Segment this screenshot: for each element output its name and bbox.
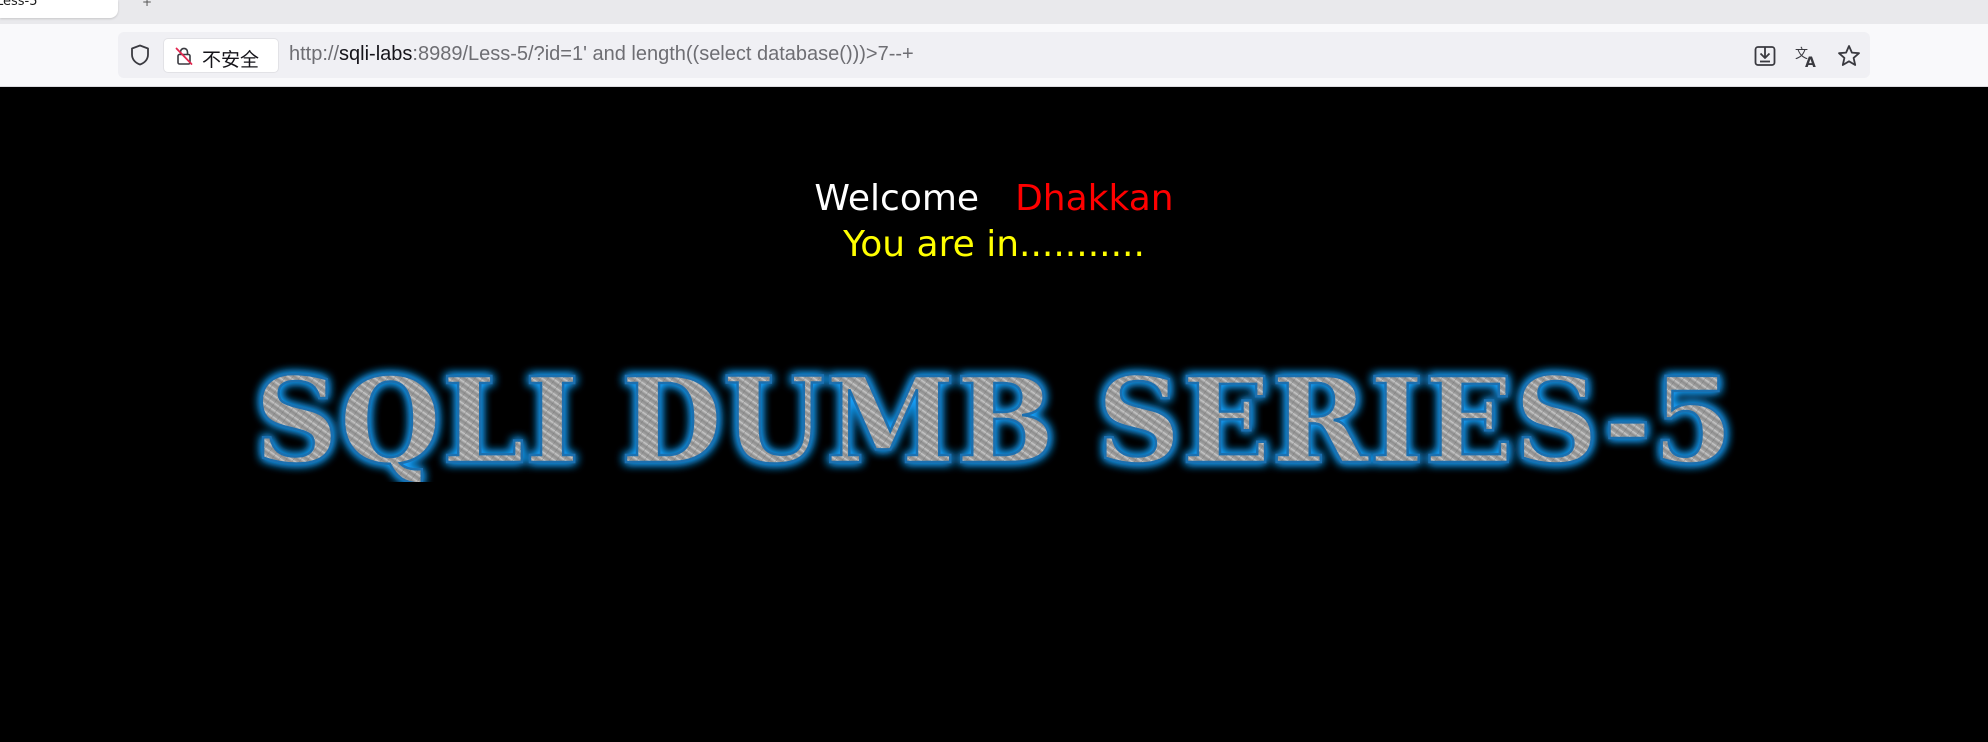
insecure-lock-icon <box>174 46 194 66</box>
tab-strip: Less-5 + <box>0 0 1988 24</box>
series-banner-image: SQLI DUMB SERIES-5 <box>244 352 1744 482</box>
url-host: sqli-labs <box>339 43 413 65</box>
navigation-bar: 不安全 http://sqli-labs:8989/Less-5/?id=1' … <box>0 24 1988 87</box>
address-bar[interactable]: 不安全 http://sqli-labs:8989/Less-5/?id=1' … <box>118 32 1870 78</box>
url-path: :8989/Less-5/?id=1' and length((select d… <box>412 43 914 65</box>
svg-text:A: A <box>1805 55 1816 69</box>
url-text[interactable]: http://sqli-labs:8989/Less-5/?id=1' and … <box>289 43 914 66</box>
url-scheme: http:// <box>289 43 340 65</box>
welcome-text: Welcome <box>814 178 980 219</box>
page-content: Welcome Dhakkan You are in........... SQ… <box>0 87 1988 742</box>
banner-text: SQLI DUMB SERIES-5 <box>254 352 1734 482</box>
site-security-indicator[interactable]: 不安全 <box>164 39 278 72</box>
bookmark-star-icon[interactable] <box>1836 43 1862 69</box>
username-text: Dhakkan <box>1015 178 1174 219</box>
welcome-line: Welcome Dhakkan <box>0 177 1988 221</box>
translate-icon[interactable]: 文 A <box>1794 43 1820 69</box>
shield-icon[interactable] <box>128 43 152 67</box>
save-page-icon[interactable] <box>1752 43 1778 69</box>
security-label: 不安全 <box>202 49 260 71</box>
tab-title: Less-5 <box>0 0 38 9</box>
browser-tab[interactable]: Less-5 <box>0 0 118 18</box>
series-banner-svg: SQLI DUMB SERIES-5 <box>253 352 1736 482</box>
login-status-text: You are in........... <box>843 224 1145 265</box>
new-tab-icon[interactable]: + <box>142 0 152 9</box>
